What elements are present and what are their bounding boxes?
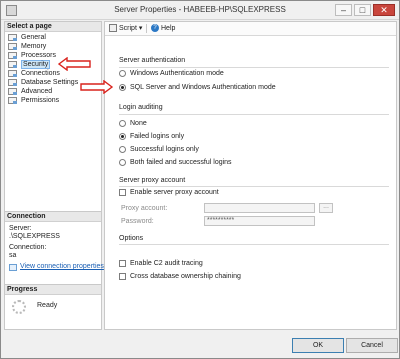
view-connection-properties-label: View connection properties bbox=[20, 263, 104, 270]
mixed-auth-label: SQL Server and Windows Authentication mo… bbox=[130, 84, 276, 91]
radio-button[interactable] bbox=[119, 133, 126, 140]
page-item-label: Connections bbox=[21, 70, 60, 77]
checkbox[interactable] bbox=[119, 189, 126, 196]
toolbar-separator bbox=[146, 24, 147, 33]
page-icon bbox=[8, 61, 17, 68]
annotation-arrow-icon bbox=[58, 57, 91, 71]
mixed-auth-radio[interactable]: SQL Server and Windows Authentication mo… bbox=[119, 84, 276, 91]
section-divider bbox=[119, 244, 389, 245]
checkbox[interactable] bbox=[119, 273, 126, 280]
server-label: Server: bbox=[9, 225, 32, 232]
password-label: Password: bbox=[121, 218, 154, 225]
page-item-memory[interactable]: Memory bbox=[5, 42, 101, 51]
password-field[interactable]: ********** bbox=[204, 216, 315, 226]
section-divider bbox=[119, 67, 389, 68]
progress-status: Ready bbox=[37, 302, 58, 309]
section-divider bbox=[119, 186, 389, 187]
view-connection-properties-link[interactable]: View connection properties bbox=[9, 263, 104, 271]
progress-panel: Progress Ready bbox=[5, 284, 101, 329]
windows-auth-radio[interactable]: Windows Authentication mode bbox=[119, 70, 224, 77]
audit-none-label: None bbox=[130, 120, 147, 127]
radio-button[interactable] bbox=[119, 120, 126, 127]
page-icon bbox=[8, 79, 17, 86]
proxy-account-field[interactable] bbox=[204, 203, 315, 213]
server-properties-window: Server Properties - HABEEB-HP\SQLEXPRESS… bbox=[0, 0, 400, 359]
page-item-general[interactable]: General bbox=[5, 33, 101, 42]
script-button[interactable]: Script ▾ bbox=[109, 24, 142, 32]
connection-value: sa bbox=[9, 252, 17, 259]
enable-proxy-checkbox[interactable]: Enable server proxy account bbox=[119, 189, 219, 196]
properties-icon bbox=[9, 263, 17, 271]
server-proxy-header: Server proxy account bbox=[119, 177, 186, 184]
options-header: Options bbox=[119, 235, 144, 242]
annotation-arrow-icon bbox=[80, 80, 113, 94]
radio-button[interactable] bbox=[119, 146, 126, 153]
minimize-button[interactable]: – bbox=[335, 4, 352, 16]
connection-header: Connection bbox=[5, 212, 101, 222]
section-divider bbox=[119, 114, 389, 115]
page-icon bbox=[8, 70, 17, 77]
audit-both-radio[interactable]: Both failed and successful logins bbox=[119, 159, 232, 166]
help-icon: ? bbox=[151, 24, 159, 32]
radio-button[interactable] bbox=[119, 84, 126, 91]
progress-spinner-icon bbox=[12, 300, 26, 314]
server-authentication-header: Server authentication bbox=[119, 57, 186, 64]
windows-auth-label: Windows Authentication mode bbox=[130, 70, 224, 77]
maximize-button[interactable]: □ bbox=[354, 4, 371, 16]
radio-button[interactable] bbox=[119, 70, 126, 77]
audit-successful-label: Successful logins only bbox=[130, 146, 199, 153]
ownership-chaining-checkbox[interactable]: Cross database ownership chaining bbox=[119, 273, 241, 280]
script-icon bbox=[109, 24, 117, 32]
page-item-label: Security bbox=[21, 60, 51, 69]
close-button[interactable]: ✕ bbox=[373, 4, 395, 16]
page-icon bbox=[8, 88, 17, 95]
ownership-chaining-label: Cross database ownership chaining bbox=[130, 273, 241, 280]
cancel-button[interactable]: Cancel bbox=[346, 338, 398, 353]
audit-failed-radio[interactable]: Failed logins only bbox=[119, 133, 184, 140]
script-label: Script bbox=[119, 24, 137, 32]
proxy-account-label: Proxy account: bbox=[121, 205, 168, 212]
audit-none-radio[interactable]: None bbox=[119, 120, 147, 127]
page-item-permissions[interactable]: Permissions bbox=[5, 96, 101, 105]
browse-button[interactable]: ... bbox=[319, 203, 333, 213]
page-item-label: Permissions bbox=[21, 97, 60, 104]
select-page-header: Select a page bbox=[5, 22, 101, 32]
help-label: Help bbox=[161, 24, 176, 32]
security-page: Script ▾ ? Help Server authentication Wi… bbox=[104, 21, 397, 330]
connection-label: Connection: bbox=[9, 244, 47, 251]
audit-both-label: Both failed and successful logins bbox=[130, 159, 232, 166]
page-item-label: Memory bbox=[21, 43, 47, 50]
c2-audit-checkbox[interactable]: Enable C2 audit tracing bbox=[119, 260, 203, 267]
page-item-label: Advanced bbox=[21, 88, 53, 95]
audit-successful-radio[interactable]: Successful logins only bbox=[119, 146, 199, 153]
chevron-down-icon: ▾ bbox=[138, 25, 143, 32]
checkbox[interactable] bbox=[119, 260, 126, 267]
page-item-label: Processors bbox=[21, 52, 57, 59]
help-button[interactable]: ? Help bbox=[151, 24, 175, 32]
audit-failed-label: Failed logins only bbox=[130, 133, 185, 140]
page-icon bbox=[8, 97, 17, 104]
progress-header: Progress bbox=[5, 285, 101, 295]
toolbar: Script ▾ ? Help bbox=[105, 22, 396, 36]
enable-proxy-label: Enable server proxy account bbox=[130, 189, 219, 196]
c2-audit-label: Enable C2 audit tracing bbox=[130, 260, 203, 267]
page-icon bbox=[8, 34, 17, 41]
login-auditing-header: Login auditing bbox=[119, 104, 163, 111]
page-item-label: Database Settings bbox=[21, 79, 79, 86]
title-bar[interactable]: Server Properties - HABEEB-HP\SQLEXPRESS… bbox=[1, 1, 399, 20]
ok-button[interactable]: OK bbox=[292, 338, 344, 353]
server-value: .\SQLEXPRESS bbox=[9, 233, 60, 240]
page-icon bbox=[8, 43, 17, 50]
page-icon bbox=[8, 52, 17, 59]
radio-button[interactable] bbox=[119, 159, 126, 166]
page-item-label: General bbox=[21, 34, 46, 41]
